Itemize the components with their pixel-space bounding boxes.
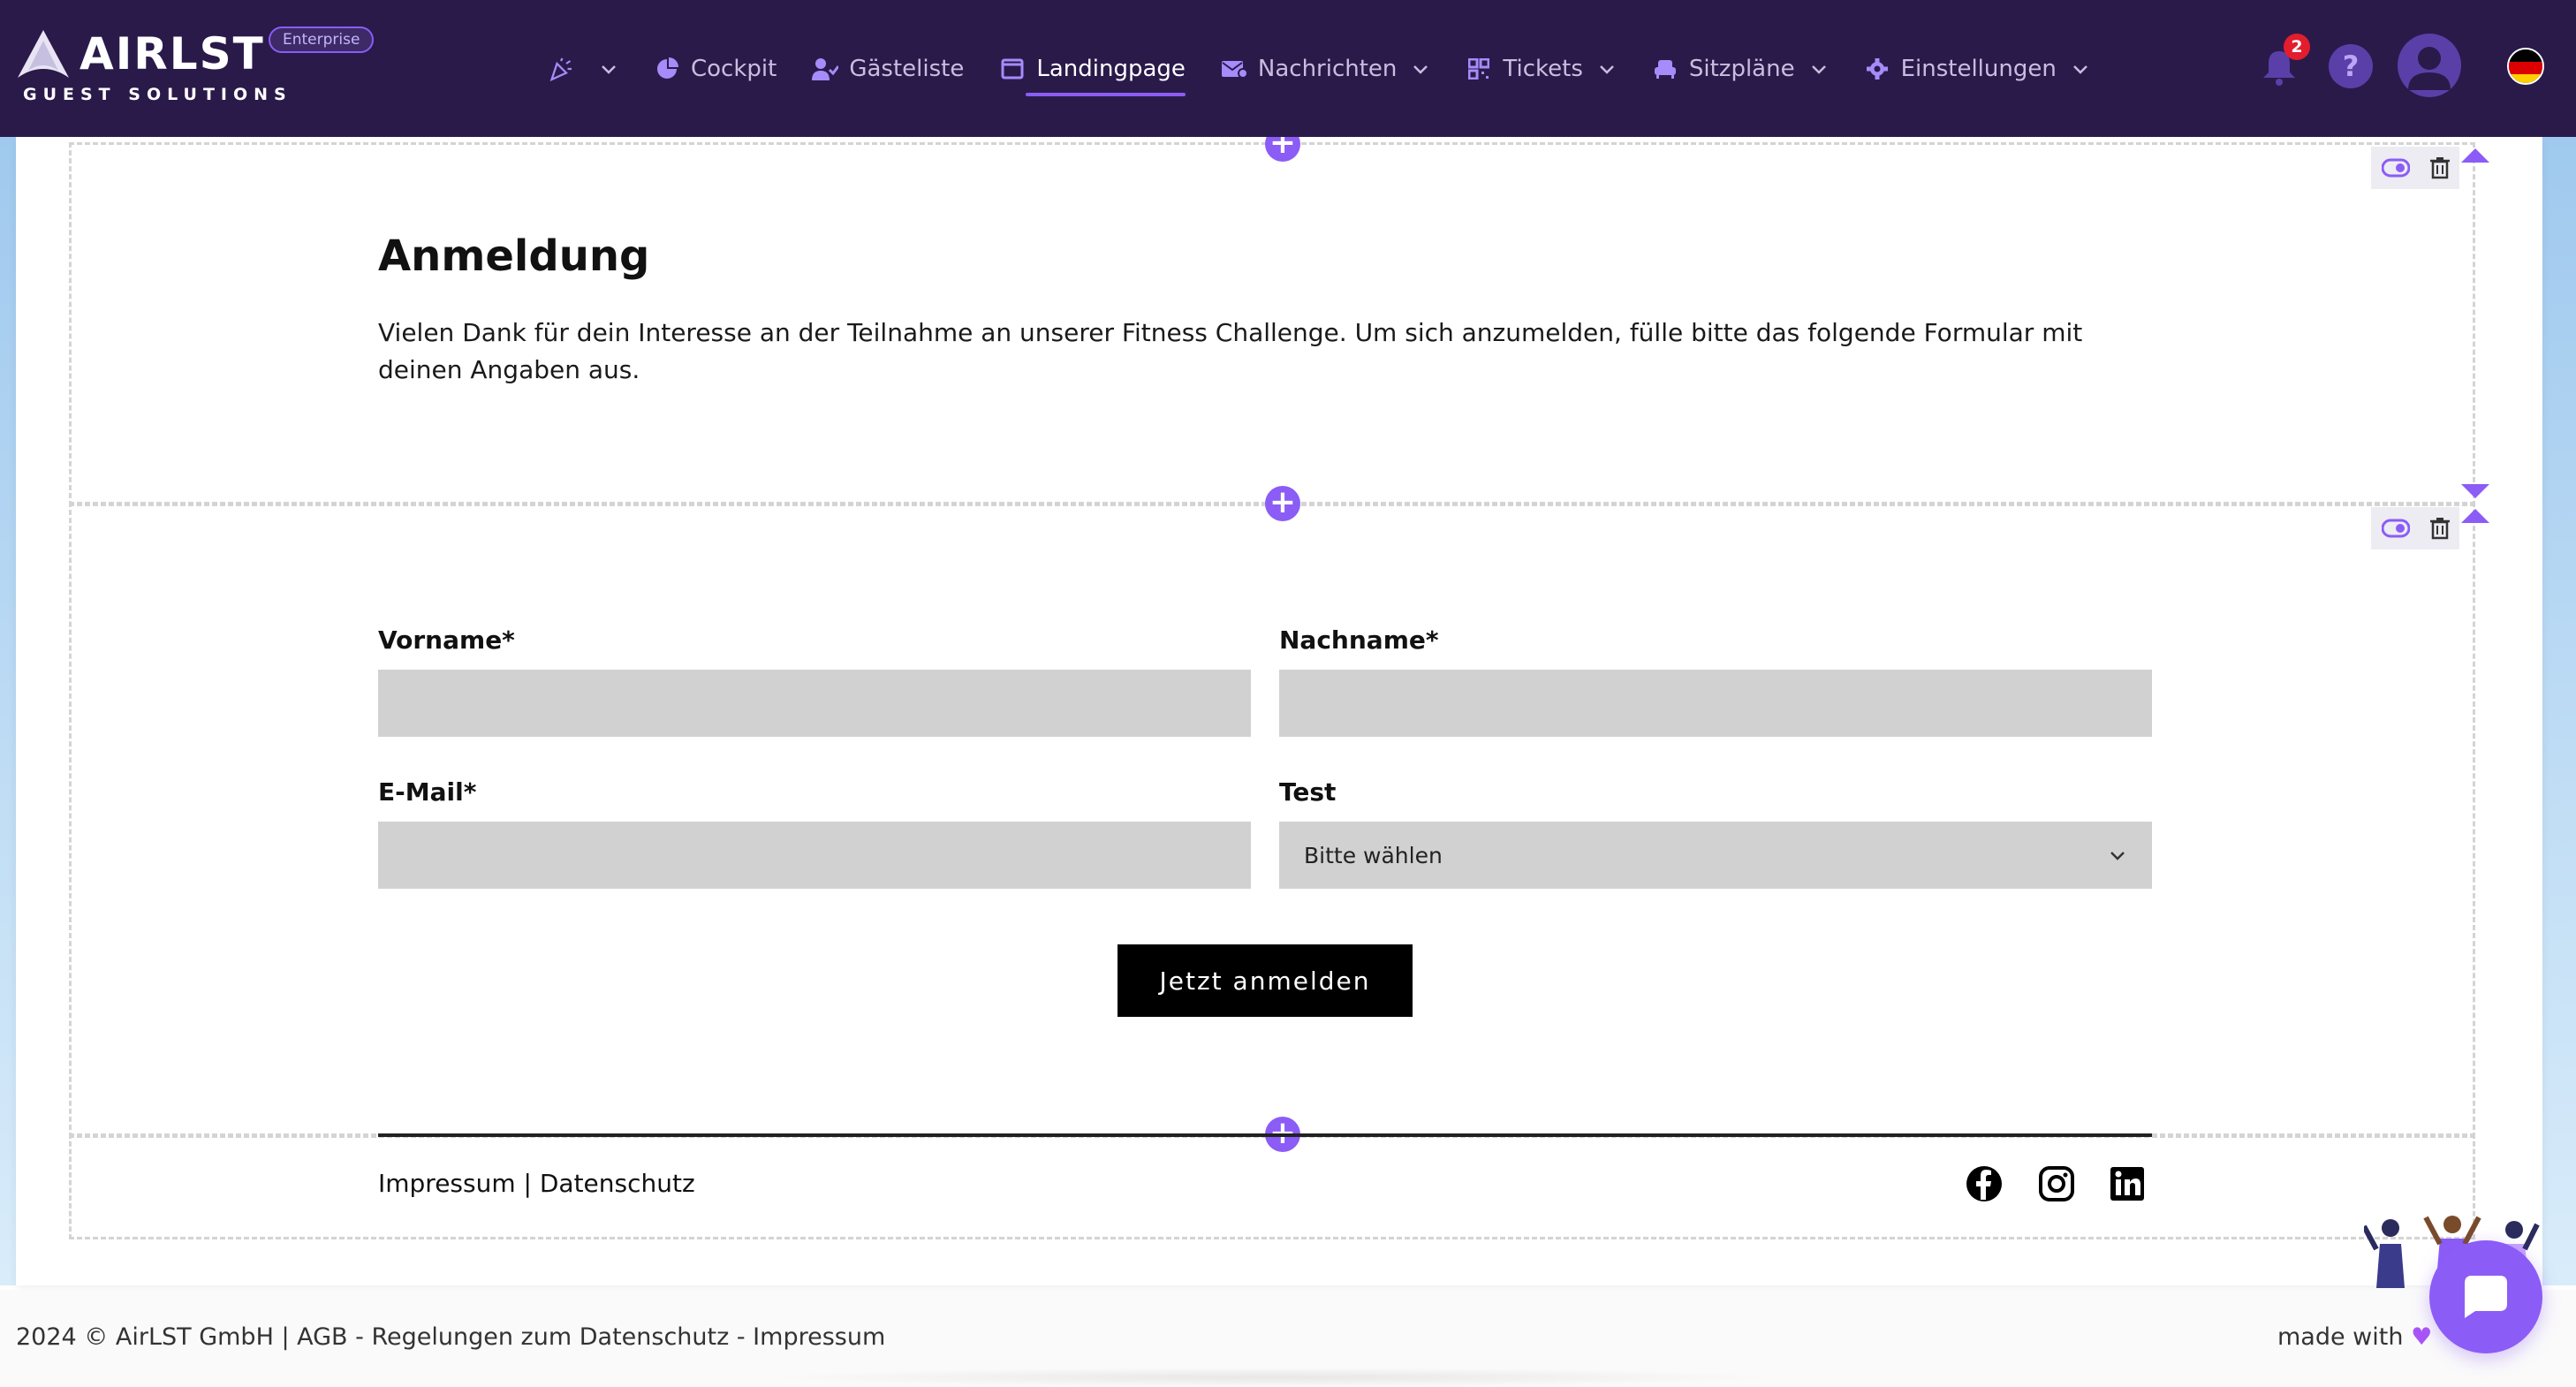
armchair-icon [1652, 56, 1678, 82]
test-label: Test [1279, 777, 1337, 807]
linkedin-icon[interactable] [2108, 1164, 2147, 1203]
toggle-visibility-icon[interactable] [2381, 519, 2410, 538]
user-avatar[interactable] [2398, 34, 2461, 97]
trash-icon[interactable] [2429, 517, 2450, 540]
firstname-label: Vorname* [378, 625, 515, 655]
language-flag-de-icon[interactable] [2507, 48, 2544, 85]
editor-section-form[interactable] [69, 502, 2475, 1138]
nav-item-label: Nachrichten [1257, 55, 1398, 82]
brand-tagline: GUEST SOLUTIONS [23, 85, 292, 104]
nav-item-nachrichten[interactable]: Nachrichten [1221, 0, 1431, 137]
chevron-down-icon [2072, 64, 2087, 74]
nav-item-label: Gästeliste [849, 55, 965, 82]
nav-item-label: Sitzpläne [1688, 55, 1795, 82]
nav-item-einstellungen[interactable]: Einstellungen [1864, 0, 2090, 137]
move-section-up-icon[interactable] [2461, 148, 2489, 163]
nav-item-cockpit[interactable]: Cockpit [654, 0, 777, 137]
lastname-input[interactable] [1279, 670, 2152, 737]
nav-item-label: Landingpage [1036, 55, 1186, 82]
enterprise-badge: Enterprise [269, 27, 375, 53]
nav-item-label: Tickets [1503, 55, 1583, 82]
notification-badge: 2 [2284, 34, 2310, 60]
instagram-icon[interactable] [2037, 1164, 2076, 1203]
chat-launcher-button[interactable] [2429, 1240, 2542, 1353]
chat-bubble-icon [2465, 1276, 2507, 1318]
test-select[interactable]: Bitte wählen [1279, 822, 2152, 889]
main-nav: Cockpit Gästeliste Landingpage Nachricht… [548, 0, 2125, 137]
facebook-icon[interactable] [1965, 1164, 2004, 1203]
firstname-input[interactable] [378, 670, 1251, 737]
top-navigation-bar: AIRLST GUEST SOLUTIONS Enterprise Cockpi… [0, 0, 2576, 137]
section-tools [2371, 507, 2459, 549]
footer-shadow [760, 1368, 1784, 1387]
add-section-plus-icon[interactable]: + [1265, 486, 1300, 521]
mail-icon [1221, 56, 1247, 82]
nav-item-label: Cockpit [691, 55, 777, 82]
test-select-value: Bitte wählen [1304, 842, 1443, 868]
background-right [2542, 137, 2576, 1285]
intro-text: Vielen Dank für dein Interesse an der Te… [378, 318, 2083, 384]
chevron-down-icon [1811, 64, 1826, 74]
lastname-label: Nachname* [1279, 625, 1439, 655]
chevron-down-icon [2110, 852, 2125, 860]
logo-mark-icon [18, 30, 69, 78]
email-label: E-Mail* [378, 777, 477, 807]
section-tools [2371, 147, 2459, 189]
user-icon [2408, 47, 2451, 90]
chevron-down-icon [602, 64, 616, 74]
toggle-visibility-icon[interactable] [2381, 158, 2410, 178]
window-icon [999, 56, 1026, 82]
user-check-icon [812, 56, 839, 82]
chevron-down-icon [1599, 64, 1614, 74]
email-input[interactable] [378, 822, 1251, 889]
made-with-text: made with ♥ [2277, 1323, 2432, 1351]
nav-item-label: Einstellungen [1900, 55, 2057, 82]
gear-icon [1864, 56, 1890, 82]
help-button[interactable]: ? [2329, 44, 2373, 88]
made-with-label: made with [2277, 1323, 2404, 1351]
move-section-down-icon[interactable] [2461, 484, 2489, 498]
page-title: Anmeldung [378, 231, 650, 281]
copyright-text[interactable]: 2024 © AirLST GmbH | AGB - Regelungen zu… [16, 1323, 885, 1351]
qr-code-icon [1466, 56, 1492, 82]
move-section-up-icon[interactable] [2461, 509, 2489, 523]
pie-chart-icon [654, 56, 680, 82]
background-left [0, 137, 16, 1285]
nav-item-event-menu[interactable] [548, 0, 618, 137]
trash-icon[interactable] [2429, 156, 2450, 179]
nav-item-tickets[interactable]: Tickets [1466, 0, 1616, 137]
party-popper-icon [548, 56, 574, 82]
nav-item-gaesteliste[interactable]: Gästeliste [812, 0, 964, 137]
nav-item-landingpage[interactable]: Landingpage [999, 0, 1186, 137]
chevron-down-icon [1413, 64, 1428, 74]
footer-links[interactable]: Impressum | Datenschutz [378, 1169, 695, 1198]
brand-name: AIRLST [80, 28, 265, 80]
footer-divider [378, 1133, 2152, 1137]
submit-button[interactable]: Jetzt anmelden [1118, 944, 1413, 1017]
nav-item-sitzplaene[interactable]: Sitzpläne [1652, 0, 1829, 137]
